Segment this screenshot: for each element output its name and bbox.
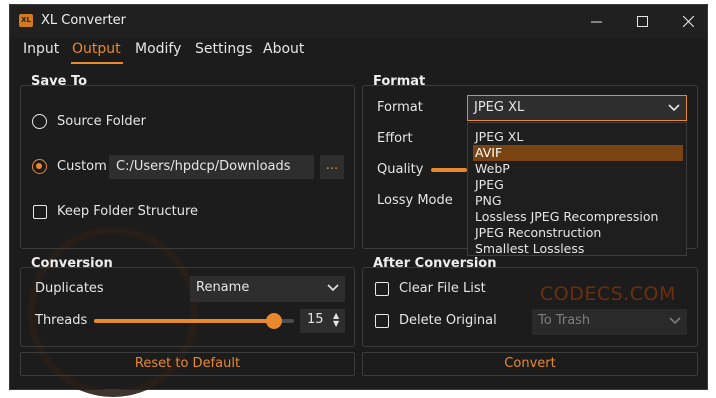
format-dropdown-list: JPEG XL AVIF WebP JPEG PNG Lossless JPEG… — [467, 122, 687, 256]
tab-input[interactable]: Input — [23, 41, 59, 65]
chevron-down-icon — [327, 276, 339, 309]
spin-arrows-icon[interactable]: ▲ ▼ — [333, 312, 341, 328]
clear-file-list-checkbox[interactable] — [375, 282, 389, 296]
keep-folder-structure-checkbox[interactable] — [33, 205, 47, 219]
format-option[interactable]: Smallest Lossless — [473, 241, 683, 257]
duplicates-label: Duplicates — [35, 281, 104, 296]
quality-label: Quality — [377, 162, 424, 177]
format-title: Format — [373, 74, 426, 89]
format-select-value: JPEG XL — [474, 100, 525, 115]
threads-spinbox[interactable]: 15 ▲ ▼ — [300, 309, 345, 333]
clear-file-list-label: Clear File List — [399, 281, 486, 296]
source-folder-label: Source Folder — [57, 114, 146, 129]
format-option[interactable]: JPEG — [473, 177, 683, 193]
maximize-button[interactable] — [619, 5, 665, 38]
custom-label: Custom — [57, 159, 107, 174]
effort-label: Effort — [377, 131, 413, 146]
tab-about[interactable]: About — [263, 41, 304, 65]
format-option[interactable]: JPEG Reconstruction — [473, 225, 683, 241]
delete-mode-select[interactable]: To Trash — [532, 309, 687, 335]
active-tab-indicator — [71, 62, 123, 64]
delete-original-label: Delete Original — [399, 313, 497, 328]
threads-slider-fill — [94, 319, 274, 323]
threads-slider[interactable] — [94, 319, 294, 323]
format-option[interactable]: JPEG XL — [473, 129, 683, 145]
format-option[interactable]: PNG — [473, 193, 683, 209]
custom-path-field[interactable]: C:/Users/hpdcp/Downloads — [109, 155, 314, 179]
minimize-icon — [590, 21, 602, 23]
window-title: XL Converter — [41, 13, 127, 28]
close-button[interactable] — [665, 5, 711, 38]
convert-button[interactable]: Convert — [362, 352, 698, 376]
format-option[interactable]: Lossless JPEG Recompression — [473, 209, 683, 225]
duplicates-select[interactable]: Rename — [190, 276, 345, 302]
format-option[interactable]: WebP — [473, 161, 683, 177]
menu-bar: Input Output Modify Settings About — [10, 41, 707, 65]
chevron-down-icon — [669, 309, 681, 342]
quality-slider-track[interactable] — [431, 168, 467, 172]
app-window: CODECS.COM XL XL Converter Input Output … — [9, 4, 708, 397]
format-select[interactable]: JPEG XL — [467, 95, 687, 121]
threads-slider-handle[interactable] — [266, 313, 282, 329]
keep-folder-structure-label: Keep Folder Structure — [57, 204, 199, 219]
custom-radio[interactable] — [32, 159, 47, 174]
tab-settings[interactable]: Settings — [195, 41, 252, 65]
title-bar: XL XL Converter — [10, 5, 707, 38]
duplicates-select-value: Rename — [196, 280, 250, 295]
format-option-highlighted[interactable]: AVIF — [473, 145, 683, 161]
minimize-button[interactable] — [573, 5, 619, 38]
source-folder-radio[interactable] — [32, 114, 47, 129]
format-label: Format — [377, 100, 423, 115]
lossy-mode-label: Lossy Mode — [377, 193, 453, 208]
after-conversion-panel — [362, 267, 698, 347]
tab-modify[interactable]: Modify — [135, 41, 181, 65]
delete-original-checkbox[interactable] — [375, 314, 389, 328]
close-icon — [682, 16, 694, 27]
app-logo-icon: XL — [19, 14, 33, 27]
reset-to-default-button[interactable]: Reset to Default — [20, 352, 355, 376]
after-conversion-title: After Conversion — [373, 256, 497, 271]
browse-button[interactable]: ... — [320, 155, 344, 179]
threads-label: Threads — [35, 313, 88, 328]
save-to-title: Save To — [31, 74, 88, 89]
delete-mode-value: To Trash — [538, 313, 591, 328]
maximize-icon — [636, 16, 648, 27]
threads-value: 15 — [307, 312, 324, 327]
conversion-title: Conversion — [31, 256, 113, 271]
